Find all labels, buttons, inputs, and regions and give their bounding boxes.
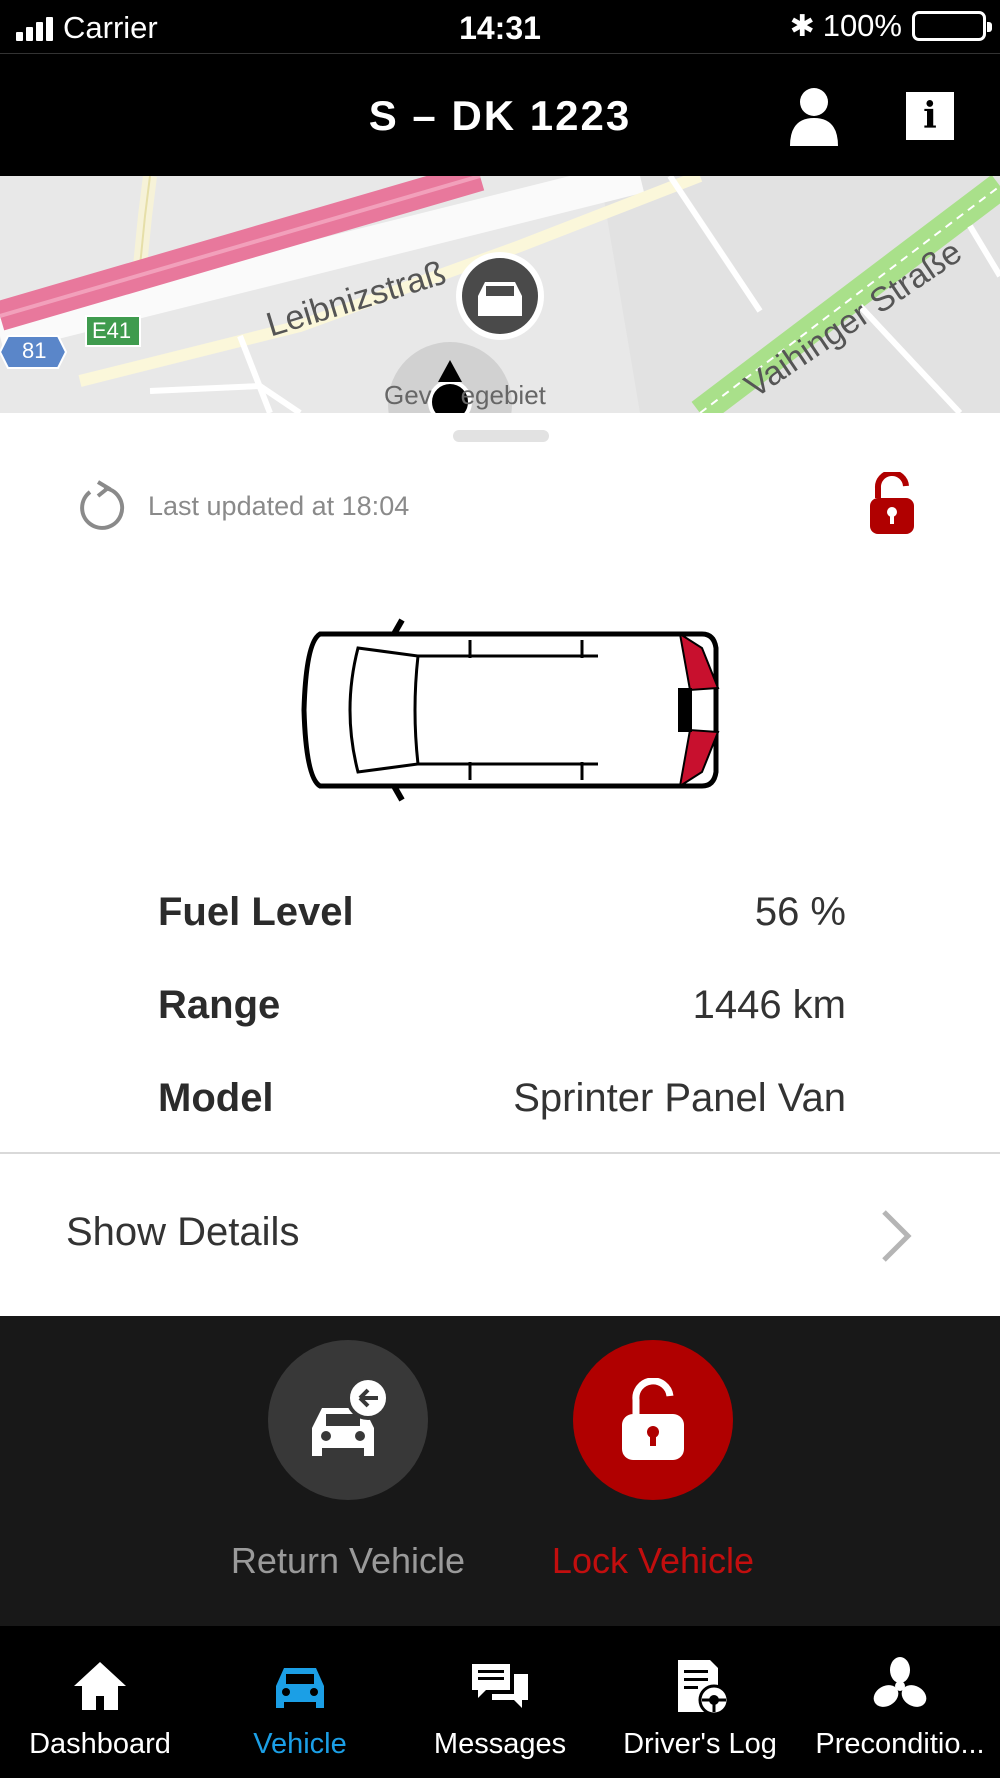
map-area-label: Gev egebiet <box>384 380 546 410</box>
van-topview-icon <box>301 618 720 802</box>
tab-bar: Dashboard Vehicle Messages Driver's Log … <box>0 1626 1000 1778</box>
action-bar: Return Vehicle Lock Vehicle <box>0 1316 1000 1626</box>
app-header: S – DK 1223 i <box>0 54 1000 176</box>
return-car-icon <box>312 1376 390 1456</box>
battery-percent: 100% <box>822 8 902 43</box>
last-updated-row: Last updated at 18:04 <box>74 480 409 532</box>
last-updated-text: Last updated at 18:04 <box>148 490 410 521</box>
map-label-green-shield: E41 <box>92 318 132 343</box>
chevron-right-icon <box>882 1210 912 1262</box>
tab-preconditioning[interactable]: Preconditio... <box>800 1626 1000 1778</box>
stat-label: Model <box>158 1076 274 1120</box>
stat-row-fuel: Fuel Level 56 % <box>158 890 846 983</box>
car-icon <box>276 1668 324 1708</box>
stat-value: 56 % <box>754 890 846 934</box>
stat-row-range: Range 1446 km <box>158 983 846 1076</box>
tab-drivers-log[interactable]: Driver's Log <box>600 1626 800 1778</box>
lock-vehicle-button[interactable] <box>573 1340 733 1500</box>
tab-messages[interactable]: Messages <box>400 1626 600 1778</box>
drivers-log-icon <box>678 1660 730 1716</box>
map-label-blue-shield: 81 <box>22 338 47 363</box>
bluetooth-icon: ✱ <box>789 9 815 43</box>
refresh-icon[interactable] <box>74 480 126 532</box>
map-view[interactable]: 81 E41 Leibnizstraß Vaihinger Straße Gev… <box>0 176 1000 413</box>
tab-label: Vehicle <box>253 1728 347 1760</box>
fan-icon <box>873 1657 927 1707</box>
tab-label: Preconditio... <box>815 1728 985 1760</box>
status-bar: Carrier 14:31 ✱ 100% <box>0 0 1000 54</box>
tab-label: Messages <box>433 1728 567 1760</box>
status-right: ✱ 100% <box>789 8 992 44</box>
tab-dashboard[interactable]: Dashboard <box>0 1626 200 1778</box>
info-icon[interactable]: i <box>906 92 954 140</box>
unlocked-padlock-icon <box>870 472 914 534</box>
stat-label: Range <box>158 983 281 1027</box>
return-vehicle-label: Return Vehicle <box>230 1540 466 1581</box>
messages-icon <box>472 1664 528 1708</box>
vehicle-plate-title: S – DK 1223 <box>368 92 632 139</box>
return-vehicle-button[interactable] <box>268 1340 428 1500</box>
tab-vehicle[interactable]: Vehicle <box>200 1626 400 1778</box>
battery-icon <box>912 11 992 41</box>
show-details-label: Show Details <box>66 1210 300 1254</box>
padlock-icon <box>622 1378 684 1460</box>
home-icon <box>74 1662 126 1710</box>
profile-icon[interactable] <box>786 86 842 146</box>
tab-label: Driver's Log <box>623 1728 777 1760</box>
stat-value: Sprinter Panel Van <box>513 1076 846 1120</box>
stat-value: 1446 km <box>692 983 846 1027</box>
lock-vehicle-action: Lock Vehicle <box>523 1340 783 1582</box>
show-details-button[interactable]: Show Details <box>0 1154 1000 1316</box>
tab-label: Dashboard <box>29 1728 171 1760</box>
lock-vehicle-label: Lock Vehicle <box>551 1540 755 1581</box>
return-vehicle-action: Return Vehicle <box>218 1340 478 1582</box>
map-canvas <box>0 176 1000 413</box>
vehicle-stats: Fuel Level 56 % Range 1446 km Model Spri… <box>158 890 846 1169</box>
stat-label: Fuel Level <box>158 890 354 934</box>
sheet-drag-handle[interactable] <box>453 430 549 442</box>
